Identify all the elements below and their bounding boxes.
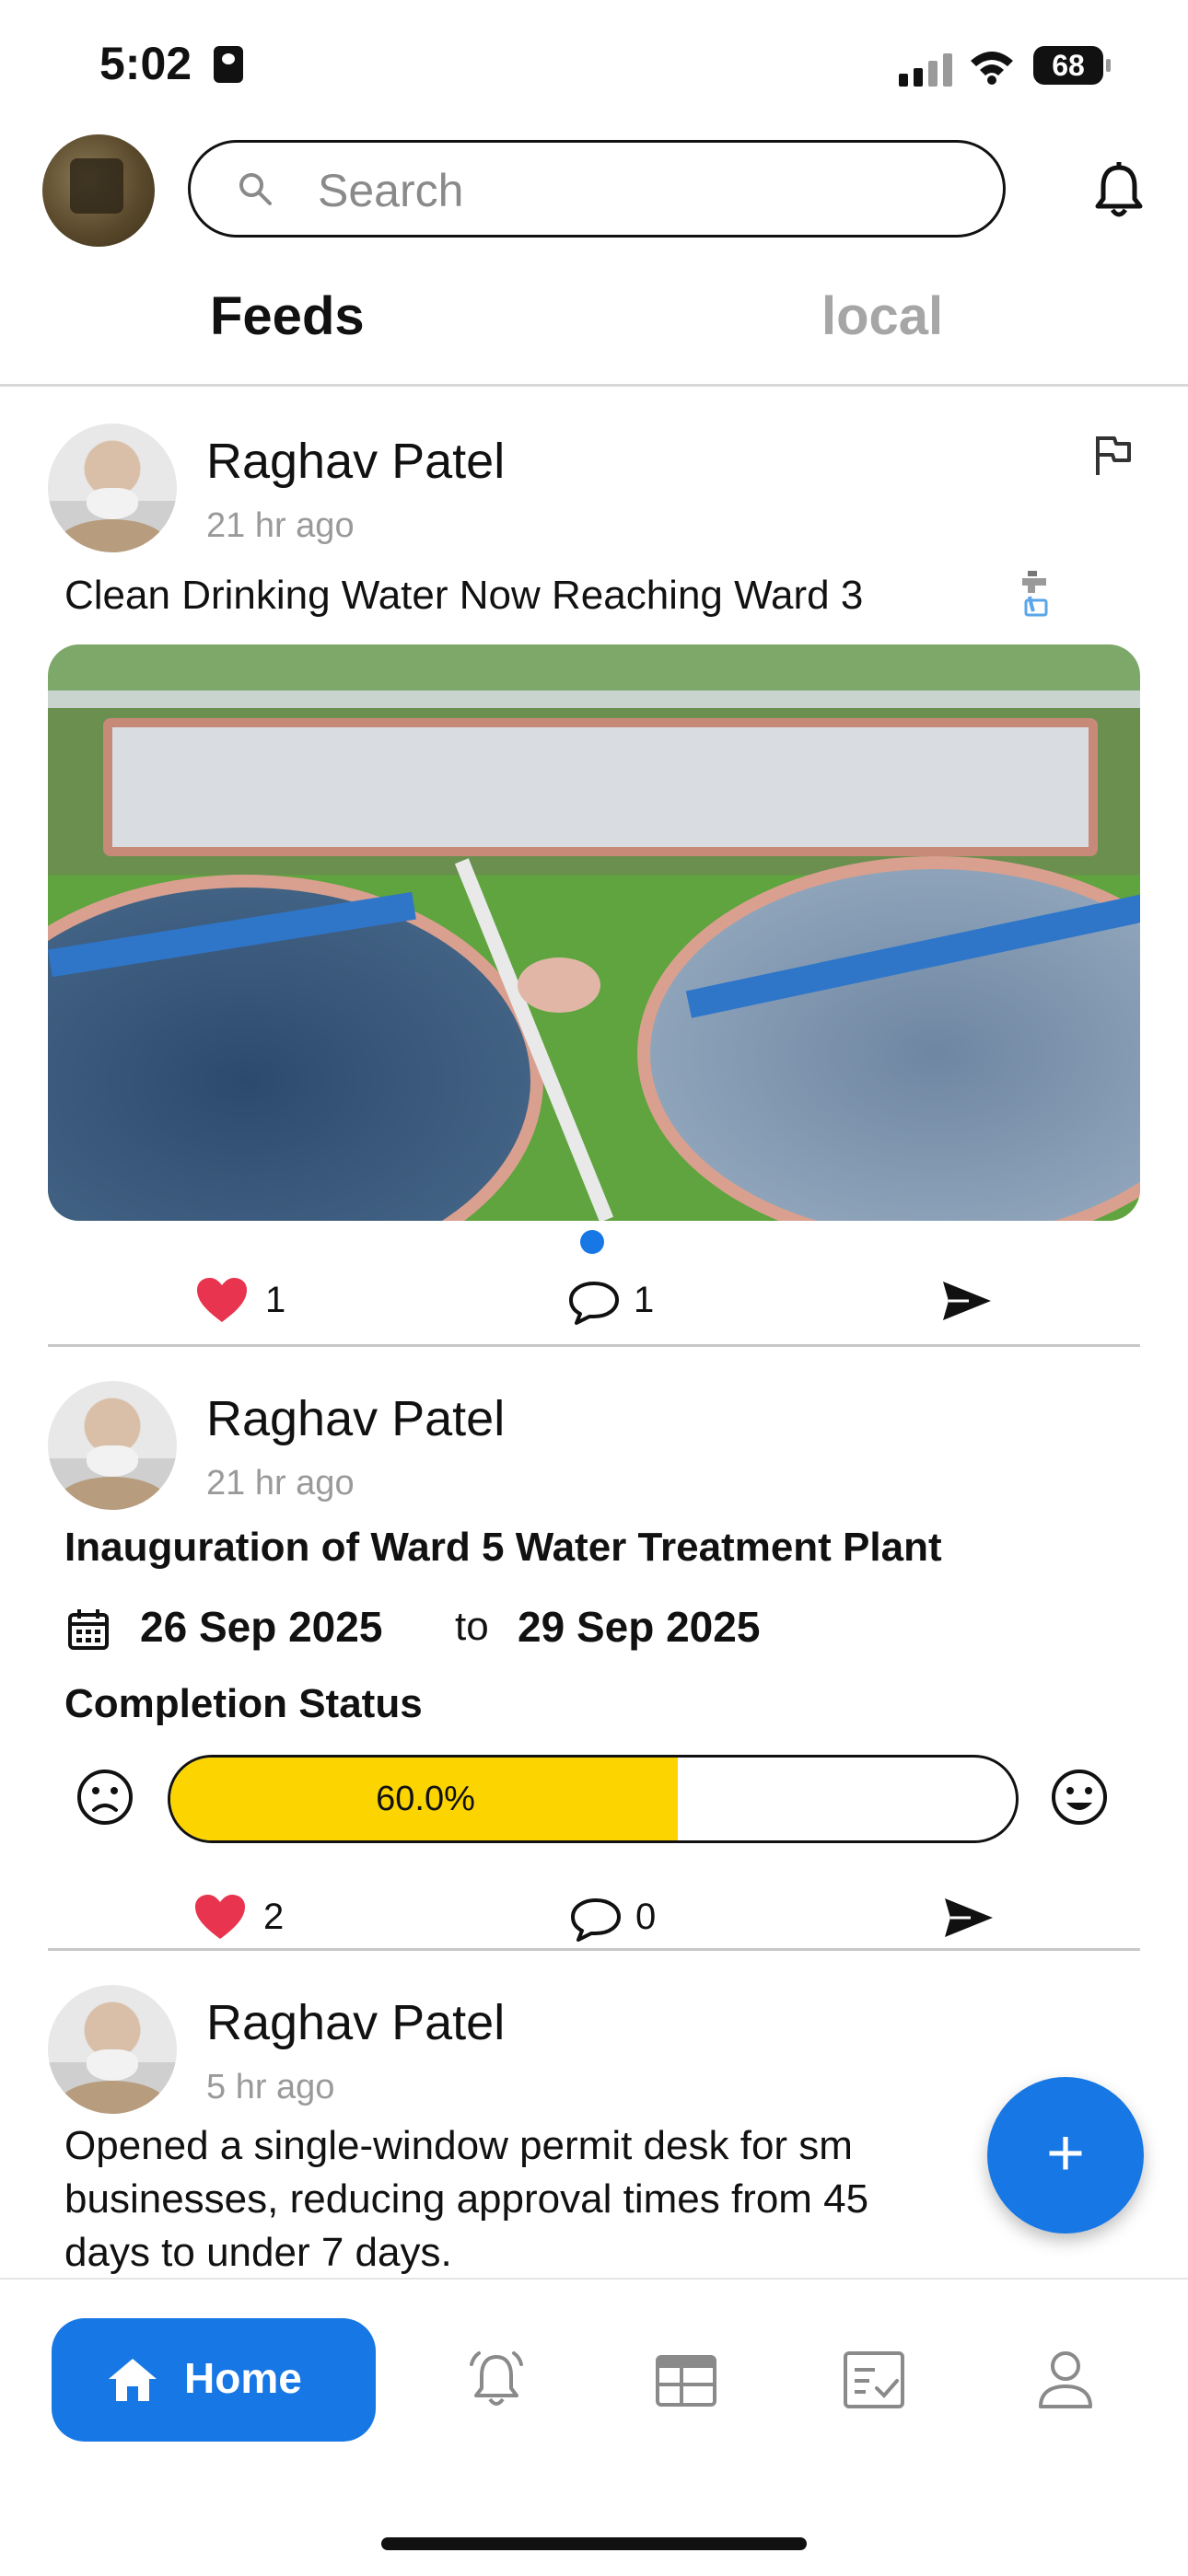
user-avatar[interactable] [42,134,155,247]
bottom-nav: Home [0,2278,1188,2576]
share-icon[interactable] [943,1897,995,1939]
profile-icon[interactable] [1033,2348,1098,2412]
comment-count: 0 [635,1897,657,1937]
create-post-button[interactable]: + [987,2077,1144,2234]
like-count: 1 [265,1280,286,1320]
post-text-line: businesses, reducing approval times from… [64,2176,869,2222]
like-count: 2 [263,1897,285,1937]
carousel-dot[interactable] [580,1230,604,1254]
signal-icon [899,52,954,87]
plus-icon: + [1045,2117,1086,2190]
start-date: 26 Sep 2025 [140,1603,383,1651]
search-bar[interactable] [188,140,1006,238]
comment-icon[interactable] [569,1897,623,1943]
post-text-line: Opened a single-window permit desk for s… [64,2123,853,2168]
happy-face-icon [1052,1770,1107,1825]
calendar-icon [68,1609,109,1650]
post-image[interactable] [48,644,1140,1221]
notifications-icon[interactable] [464,2348,529,2412]
author-avatar[interactable] [48,1985,177,2114]
search-input[interactable] [316,157,964,224]
bell-icon[interactable] [1092,162,1146,219]
wifi-icon [971,52,1013,85]
author-avatar[interactable] [48,424,177,552]
heart-icon[interactable] [193,1893,247,1941]
nav-home[interactable]: Home [52,2318,376,2442]
date-separator: to [455,1604,489,1649]
post-text: Clean Drinking Water Now Reaching Ward 3 [64,573,864,618]
completion-status-label: Completion Status [64,1681,423,1726]
image-element [518,957,600,1013]
status-time: 5:02 [99,38,192,89]
sad-face-icon [77,1770,133,1825]
tab-feeds[interactable]: Feeds [210,285,365,347]
heart-icon[interactable] [195,1276,249,1324]
checklist-icon[interactable] [842,2348,906,2412]
divider [48,1948,1140,1951]
end-date: 29 Sep 2025 [518,1603,761,1651]
post-text-line: days to under 7 days. [64,2230,452,2275]
battery-indicator: 68 [1033,46,1111,85]
post-time: 21 hr ago [206,506,355,545]
tab-local[interactable]: local [821,285,943,347]
home-indicator [381,2537,807,2550]
post-time: 21 hr ago [206,1464,355,1503]
author-name[interactable]: Raghav Patel [206,1994,505,2051]
post-title: Inauguration of Ward 5 Water Treatment P… [64,1525,942,1570]
search-icon [239,173,272,205]
home-icon [109,2359,157,2401]
author-avatar[interactable] [48,1381,177,1510]
contact-card-icon [214,46,243,83]
flag-icon[interactable] [1092,433,1133,477]
feed-tabs: Feeds local [0,276,1188,387]
status-bar: 5:02 68 [0,0,1188,133]
author-name[interactable]: Raghav Patel [206,1390,505,1447]
progress-label: 60.0% [376,1780,475,1818]
author-name[interactable]: Raghav Patel [206,433,505,490]
share-icon[interactable] [941,1280,993,1322]
nav-home-label: Home [184,2354,302,2402]
image-element [103,718,1098,856]
divider [48,1344,1140,1347]
post-time: 5 hr ago [206,2068,335,2106]
calendar-board-icon[interactable] [654,2348,718,2412]
comment-count: 1 [634,1280,655,1320]
completion-progress-bar: 60.0% [168,1755,1019,1843]
water-tap-icon [1022,571,1048,617]
comment-icon[interactable] [567,1280,621,1326]
